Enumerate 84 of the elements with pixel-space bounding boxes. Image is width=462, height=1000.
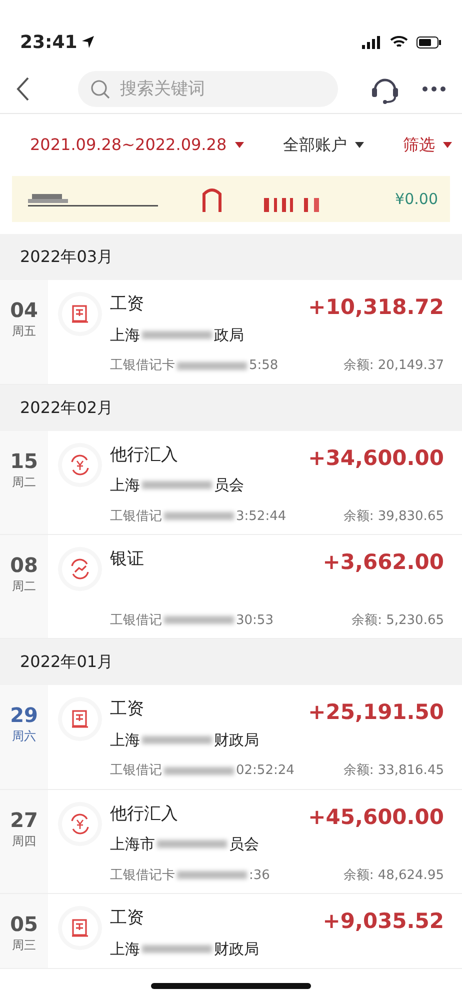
amount: +9,035.52 bbox=[322, 908, 444, 935]
amount: +3,662.00 bbox=[322, 549, 444, 576]
payer-name: 员会 bbox=[214, 475, 244, 496]
redaction-blur bbox=[177, 871, 247, 880]
transaction-time: 30:53 bbox=[236, 612, 274, 630]
balance-amount: ¥0.00 bbox=[395, 188, 438, 210]
transaction-time: 3:52:44 bbox=[236, 508, 286, 526]
amount: +10,318.72 bbox=[308, 294, 444, 321]
balance-text: 余额: 33,816.45 bbox=[343, 762, 444, 780]
clock-time: 23:41 bbox=[20, 30, 78, 54]
location-arrow-icon bbox=[81, 35, 96, 49]
balance-text: 余额: 5,230.65 bbox=[352, 612, 444, 630]
redaction-blur bbox=[164, 766, 234, 775]
transaction-time: :36 bbox=[249, 866, 270, 884]
transaction-time: 5:58 bbox=[249, 357, 278, 375]
search-field[interactable]: 搜索关键词 bbox=[78, 70, 338, 106]
caret-icon bbox=[234, 142, 244, 148]
payer-name: 员会 bbox=[229, 834, 259, 855]
category-label: 工资 bbox=[110, 698, 144, 721]
transaction-row[interactable]: 29 周六 工资 +25,191.50 上海 财政局 工银借记 02:52:24 余额: 33,816.45 bbox=[0, 685, 462, 790]
payer-name: 上海 bbox=[110, 324, 140, 346]
caret-icon bbox=[443, 142, 452, 148]
payer-name: 政局 bbox=[214, 324, 244, 346]
payer-name: 财政局 bbox=[214, 938, 259, 960]
amount: +25,191.50 bbox=[308, 699, 444, 726]
card-name: 工银借记 bbox=[110, 508, 162, 526]
card-name: 工银借记卡 bbox=[110, 357, 175, 375]
balance-text: 余额: 48,624.95 bbox=[343, 866, 444, 884]
weekday-label: 周六 bbox=[11, 728, 37, 745]
month-title: 2022年01月 bbox=[20, 651, 114, 673]
weekday-label: 周二 bbox=[11, 474, 37, 490]
battery-icon bbox=[416, 36, 442, 48]
redaction-blur bbox=[142, 330, 212, 339]
category-label: 他行汇入 bbox=[110, 802, 178, 826]
category-label: 他行汇入 bbox=[110, 444, 178, 466]
card-name: 工银借记 bbox=[110, 762, 162, 780]
payer-name: 上海 bbox=[110, 938, 140, 960]
transaction-day: 27 bbox=[0, 808, 48, 832]
redaction-blur bbox=[142, 481, 212, 490]
redaction-blur bbox=[157, 840, 227, 848]
redaction-blur bbox=[142, 736, 212, 744]
category-label: 工资 bbox=[110, 907, 144, 930]
filter-dropdown[interactable]: 全部账户 bbox=[282, 133, 364, 157]
month-title: 2022年03月 bbox=[20, 246, 114, 268]
back-icon[interactable] bbox=[16, 76, 30, 102]
balance-text: 余额: 39,830.65 bbox=[343, 508, 444, 526]
transaction-row[interactable]: 04 周五 工资 +10,318.72 上海 政局 工银借记卡 5:58 余额: 20,149.37 bbox=[0, 280, 462, 384]
redaction-blur bbox=[164, 616, 234, 624]
filter-dropdown[interactable]: 筛选 bbox=[403, 133, 452, 157]
payer-name: 财政局 bbox=[214, 730, 259, 750]
transaction-row[interactable]: 15 周二 他行汇入 +34,600.00 上海 员会 工银借记 3:52:44 余额: 39,830.65 bbox=[0, 430, 462, 535]
redaction-blur bbox=[177, 362, 247, 370]
balance-text: 余额: 20,149.37 bbox=[343, 357, 444, 375]
card-name: 工银借记卡 bbox=[110, 866, 175, 884]
weekday-label: 周三 bbox=[11, 937, 37, 954]
filter-dropdown[interactable]: 2021.09.28~2022.09.28 bbox=[30, 133, 244, 157]
transaction-day: 29 bbox=[0, 703, 48, 727]
weekday-label: 周二 bbox=[11, 578, 37, 595]
category-label: 银证 bbox=[110, 548, 144, 571]
transaction-row[interactable]: 08 周二 银证 +3,662.00 工银借记 30:53 余额: 5,230.65 bbox=[0, 535, 462, 639]
weekday-label: 周五 bbox=[11, 323, 37, 340]
transaction-day: 15 bbox=[0, 448, 48, 472]
month-title: 2022年02月 bbox=[20, 396, 114, 418]
transaction-row[interactable]: 05 周三 工资 +9,035.52 上海 财政局 bbox=[0, 894, 462, 969]
redaction-blur bbox=[164, 512, 234, 520]
payer-name: 上海 bbox=[110, 475, 140, 496]
payer-name: 上海市 bbox=[110, 834, 155, 855]
category-label: 工资 bbox=[110, 293, 144, 316]
weekday-label: 周四 bbox=[11, 832, 37, 850]
transaction-day: 05 bbox=[0, 912, 48, 936]
more-icon[interactable] bbox=[422, 86, 446, 92]
amount: +45,600.00 bbox=[308, 804, 444, 830]
payer-name: 上海 bbox=[110, 730, 140, 750]
transaction-time: 02:52:24 bbox=[236, 762, 294, 780]
signal-icon bbox=[362, 36, 382, 48]
promo-banner[interactable]: ¥0.00 bbox=[12, 176, 450, 222]
transaction-day: 08 bbox=[0, 553, 48, 577]
transaction-row[interactable]: 27 周四 他行汇入 +45,600.00 上海市 员会 工银借记卡 :36 余额: 48,624.95 bbox=[0, 790, 462, 894]
caret-icon bbox=[354, 142, 364, 148]
redaction-blur bbox=[142, 944, 212, 953]
card-name: 工银借记 bbox=[110, 612, 162, 630]
wifi-icon bbox=[390, 36, 408, 48]
amount: +34,600.00 bbox=[308, 444, 444, 472]
transaction-day: 04 bbox=[0, 298, 48, 322]
